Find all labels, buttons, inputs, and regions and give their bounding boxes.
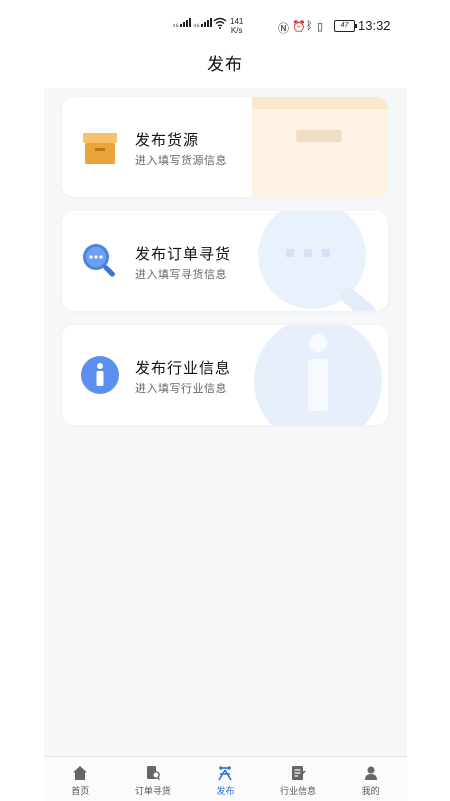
box-icon: [83, 133, 117, 164]
user-icon: [364, 766, 377, 780]
tab-label: 订单寻货: [134, 787, 171, 797]
info-icon: [81, 356, 119, 394]
vibrate-icon: ▯: [317, 21, 324, 33]
network-speed-value: 141: [230, 17, 244, 26]
search-chat-icon: [83, 244, 115, 277]
card-title: 发布订单寻货: [135, 245, 232, 263]
publish-industry-info-card[interactable]: 发布行业信息 进入填写行业信息: [62, 325, 388, 425]
publish-icon: [218, 766, 233, 781]
info-watermark-icon: [254, 325, 382, 425]
signal-icon: [180, 18, 191, 27]
tab-order-search[interactable]: 订单寻货: [117, 757, 190, 801]
alarm-icon: ⏰: [292, 21, 306, 33]
tab-home[interactable]: 首页: [44, 757, 117, 801]
tab-publish[interactable]: 发布: [189, 757, 262, 801]
home-icon: [73, 766, 88, 780]
bottom-tab-bar: 首页 订单寻货 发布 行业信息 我的: [44, 756, 407, 801]
card-title: 发布货源: [135, 131, 200, 149]
card-subtitle: 进入填写行业信息: [135, 382, 227, 395]
bluetooth-icon: ᛒ: [306, 20, 313, 32]
box-watermark-icon: [252, 97, 388, 197]
card-title: 发布行业信息: [135, 359, 232, 377]
network-speed-unit: K/s: [230, 26, 243, 35]
tab-profile[interactable]: 我的: [334, 757, 407, 801]
card-subtitle: 进入填写货源信息: [135, 154, 227, 167]
tab-label: 发布: [216, 787, 235, 797]
search-watermark-icon: [258, 211, 376, 311]
signal-type-label: ⁴⁶: [172, 22, 179, 31]
battery-icon: 47: [334, 20, 357, 32]
order-search-icon: [146, 766, 161, 781]
card-subtitle: 进入填写寻货信息: [135, 268, 227, 281]
page-title: 发布: [207, 55, 243, 75]
network-speed: 141 K/s: [230, 17, 243, 35]
clock: 13:32: [358, 18, 391, 33]
wifi-icon: [213, 17, 227, 29]
status-bar: ⁴⁶ ⁴⁶ 141 K/s Ⓝ ⏰ ᛒ ▯ 47 13:32: [0, 0, 450, 46]
signal-icon-2: [201, 18, 212, 27]
tab-label: 我的: [361, 787, 380, 797]
publish-order-search-card[interactable]: 发布订单寻货 进入填写寻货信息: [62, 211, 388, 311]
news-icon: [292, 766, 306, 780]
signal-type-label-2: ⁴⁶: [193, 22, 200, 31]
tab-label: 首页: [71, 787, 90, 797]
tab-label: 行业信息: [280, 787, 317, 797]
nfc-icon: Ⓝ: [278, 23, 289, 35]
tab-industry-info[interactable]: 行业信息: [262, 757, 335, 801]
publish-goods-card[interactable]: 发布货源 进入填写货源信息: [62, 97, 388, 197]
